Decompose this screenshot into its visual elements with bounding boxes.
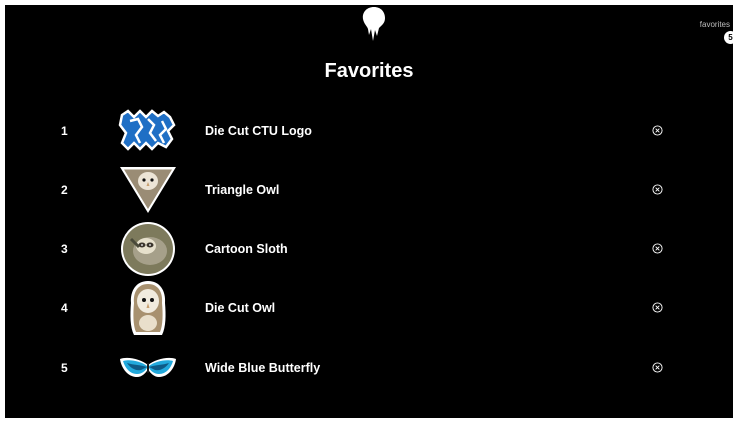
favorite-row: 1 Die Cut CTU Logo (5, 106, 733, 156)
remove-circle-x-icon[interactable] (652, 302, 663, 313)
remove-circle-x-icon[interactable] (652, 243, 663, 254)
favorite-rank: 2 (61, 183, 68, 197)
favorite-row: 3 Cartoon Sloth (5, 222, 733, 276)
favorite-name[interactable]: Die Cut CTU Logo (205, 106, 312, 156)
slime-logo-icon[interactable] (360, 5, 388, 43)
favorite-name[interactable]: Cartoon Sloth (205, 224, 288, 274)
triangle-owl-icon (120, 167, 176, 213)
favorite-rank: 3 (61, 242, 68, 256)
cartoon-sloth-icon (121, 222, 175, 276)
remove-circle-x-icon[interactable] (652, 184, 663, 195)
favorite-rank: 4 (61, 301, 68, 315)
remove-circle-x-icon[interactable] (652, 362, 663, 373)
butterfly-thumbnail[interactable] (117, 343, 179, 393)
favorites-count-badge: 5 (724, 31, 733, 44)
page-title: Favorites (324, 60, 414, 82)
die-cut-owl-thumbnail[interactable] (117, 281, 179, 335)
favorite-name[interactable]: Triangle Owl (205, 165, 279, 215)
remove-circle-x-icon[interactable] (652, 125, 663, 136)
favorite-row: 2 Triangle Owl (5, 165, 733, 215)
sloth-thumbnail[interactable] (117, 222, 179, 276)
favorite-row: 5 Wide Blue Butterfly (5, 343, 733, 393)
favorites-page: favorites 5 Favorites 1 Die Cut CTU Logo… (5, 5, 733, 418)
triangle-owl-thumbnail[interactable] (117, 165, 179, 215)
favorites-link[interactable]: favorites (700, 20, 730, 29)
favorite-row: 4 Die Cut Owl (5, 281, 733, 335)
ctu-logo-thumbnail[interactable] (117, 106, 179, 156)
favorite-name[interactable]: Die Cut Owl (205, 283, 275, 333)
die-cut-owl-icon (130, 281, 166, 335)
favorite-rank: 5 (61, 361, 68, 375)
favorite-rank: 1 (61, 124, 68, 138)
ctu-lion-logo-icon (118, 109, 176, 151)
blue-butterfly-icon (120, 357, 176, 377)
favorite-name[interactable]: Wide Blue Butterfly (205, 343, 320, 393)
